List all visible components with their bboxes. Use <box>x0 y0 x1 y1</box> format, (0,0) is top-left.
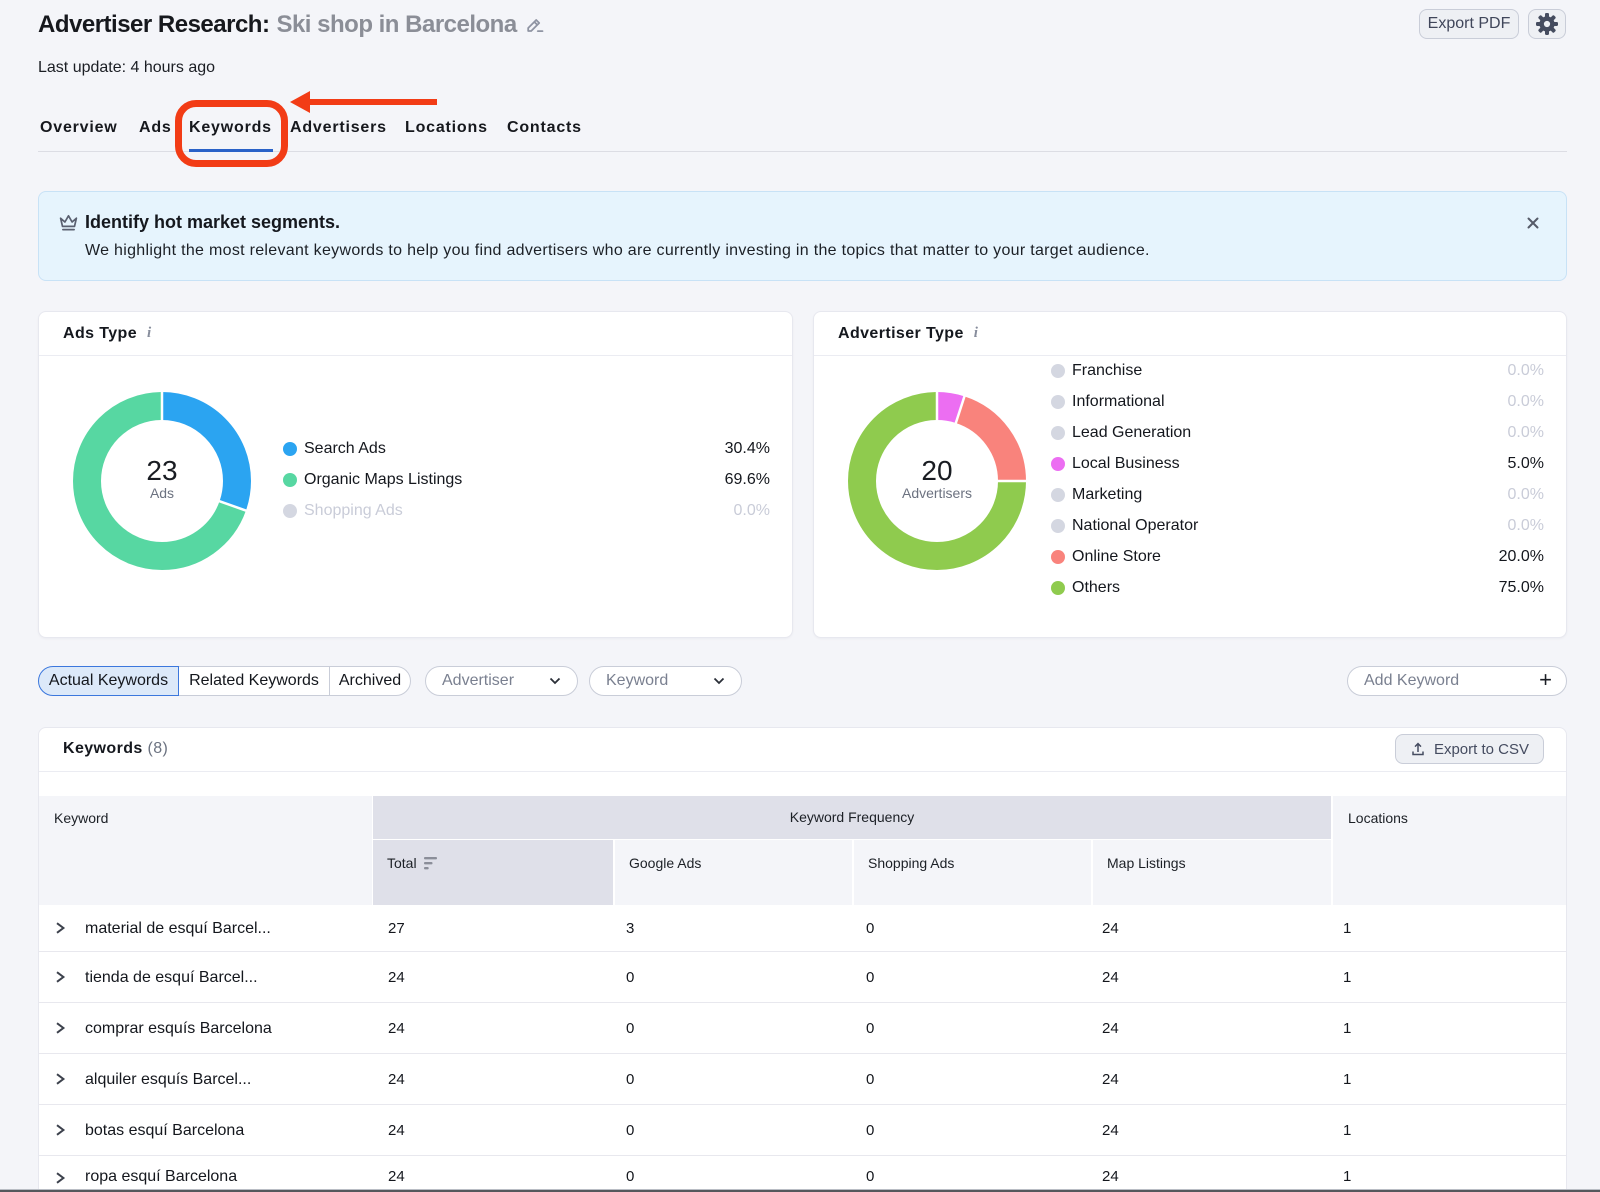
svg-text:Ads: Ads <box>150 485 174 501</box>
svg-text:20: 20 <box>921 455 952 486</box>
svg-text:23: 23 <box>146 455 177 486</box>
svg-text:Advertisers: Advertisers <box>902 485 972 501</box>
